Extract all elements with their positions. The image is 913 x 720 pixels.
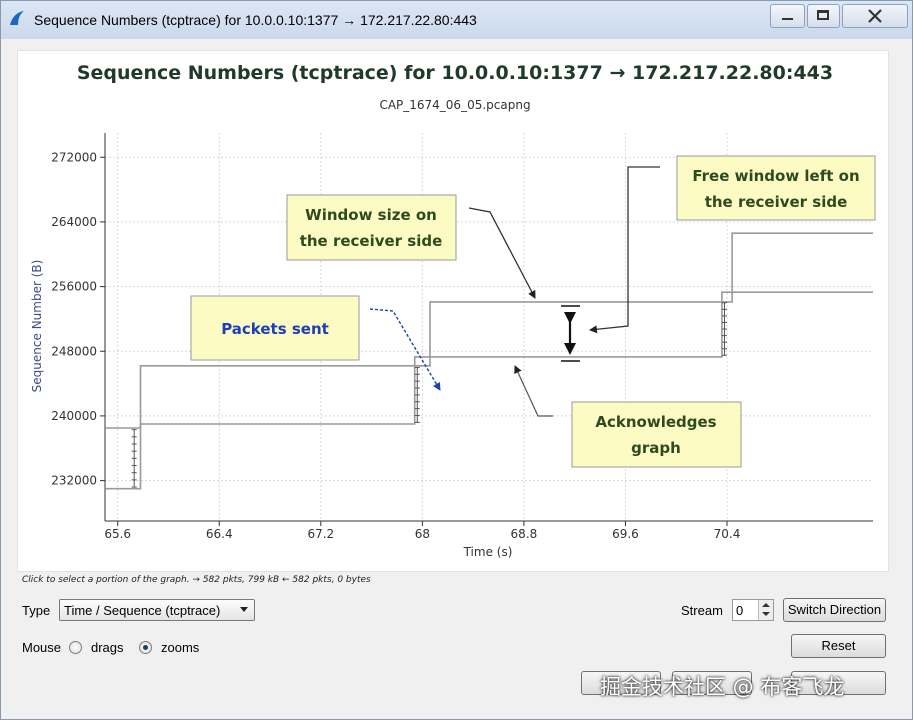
y-tick-label-0: 232000 xyxy=(51,474,97,488)
type-label: Type xyxy=(22,603,51,618)
annotation-free-window-line1: Free window left on xyxy=(692,167,859,185)
zooms-radio[interactable] xyxy=(139,641,152,654)
chart-title: Sequence Numbers (tcptrace) for 10.0.0.1… xyxy=(77,62,833,84)
x-tick-label-2: 67.2 xyxy=(307,527,334,541)
switch-direction-button[interactable]: Switch Direction xyxy=(783,598,886,622)
stream-spinbox[interactable]: 0 xyxy=(732,599,774,621)
y-tick-label-1: 240000 xyxy=(51,409,97,423)
status-hint: Click to select a portion of the graph. … xyxy=(22,575,371,585)
chart-subtitle: CAP_1674_06_05.pcapng xyxy=(379,98,530,112)
acknowledges-callout-arrow xyxy=(514,365,553,417)
annotation-acknowledges-line1: Acknowledges xyxy=(595,413,716,431)
stream-value: 0 xyxy=(736,603,744,618)
series-lines xyxy=(105,232,873,490)
zooms-label: zooms xyxy=(161,640,200,655)
y-tick-label-4: 264000 xyxy=(51,215,97,229)
drags-label: drags xyxy=(91,640,124,655)
x-tick-label-5: 69.6 xyxy=(612,527,639,541)
y-tick-label-3: 256000 xyxy=(51,280,97,294)
y-tick-label-5: 272000 xyxy=(51,150,97,164)
annotation-packets-sent: Packets sent xyxy=(190,295,360,361)
x-tick-label-1: 66.4 xyxy=(206,527,233,541)
spin-down-icon[interactable] xyxy=(762,612,770,616)
x-tick-label-3: 68 xyxy=(415,527,430,541)
drags-radio[interactable] xyxy=(69,641,82,654)
annotation-window-size-line2: the receiver side xyxy=(300,232,443,250)
stream-spin-buttons[interactable] xyxy=(758,600,773,620)
graph-type-value: Time / Sequence (tcptrace) xyxy=(64,603,221,618)
annotation-free-window-line2: the receiver side xyxy=(705,193,848,211)
y-axis-label: Sequence Number (B) xyxy=(30,260,44,393)
spin-up-icon[interactable] xyxy=(762,603,770,607)
annotation-packets-sent-line1: Packets sent xyxy=(221,320,329,338)
annotation-window-size-line1: Window size on xyxy=(305,206,437,224)
x-axis-label: Time (s) xyxy=(463,545,513,559)
annotation-acknowledges-line2: graph xyxy=(631,439,681,457)
mouse-label: Mouse xyxy=(22,640,62,655)
annotation-window-size: Window size on the receiver side xyxy=(286,194,457,261)
x-tick-label-6: 70.4 xyxy=(714,527,741,541)
y-tick-label-2: 248000 xyxy=(51,344,97,358)
chevron-down-icon xyxy=(240,607,248,612)
x-tick-label-0: 65.6 xyxy=(104,527,131,541)
annotation-free-window: Free window left on the receiver side xyxy=(676,155,876,221)
reset-button[interactable]: Reset xyxy=(791,634,886,658)
graph-type-select[interactable]: Time / Sequence (tcptrace) xyxy=(59,599,255,621)
watermark-text: 掘金技术社区 @ 布客飞龙 xyxy=(600,675,845,699)
x-tick-label-4: 68.8 xyxy=(511,527,538,541)
stream-label: Stream xyxy=(681,603,723,618)
annotation-acknowledges: Acknowledges graph xyxy=(571,401,742,468)
sequence-chart[interactable]: Sequence Numbers (tcptrace) for 10.0.0.1… xyxy=(0,0,913,575)
